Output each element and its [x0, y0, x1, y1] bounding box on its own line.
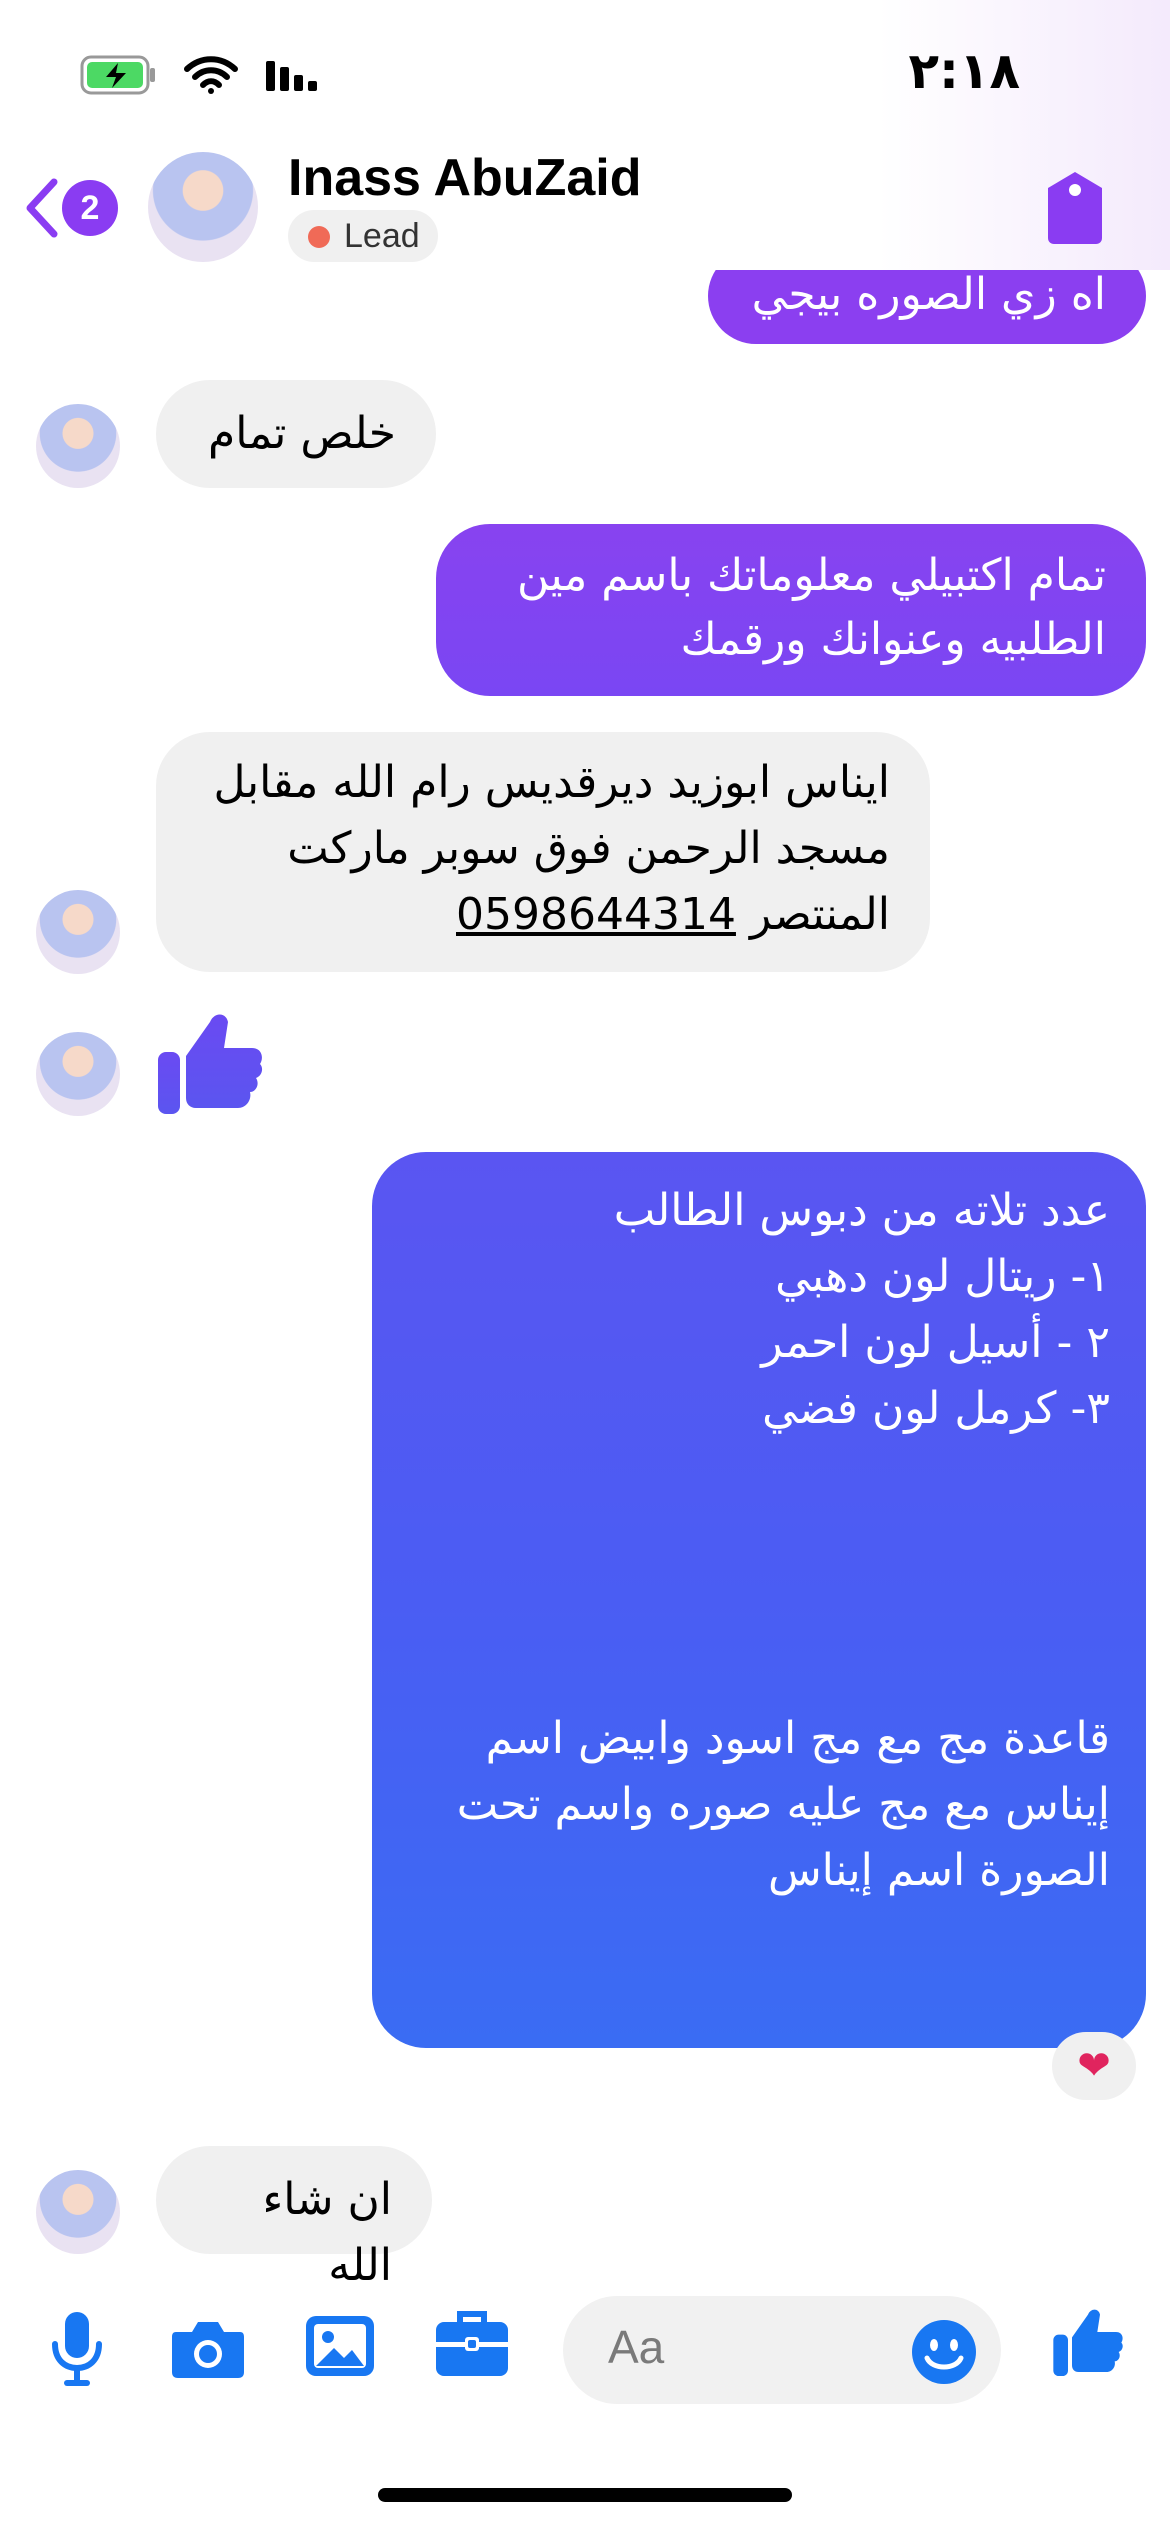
message-line: قاعدة مج مع مج اسود وابيض اسم [485, 1713, 1110, 1764]
contact-avatar[interactable] [36, 1032, 120, 1116]
message-line: الطلبيه وعنوانك ورقمك [680, 614, 1106, 665]
thumbs-up-icon[interactable] [1052, 2302, 1124, 2382]
unread-count-badge: 2 [62, 180, 118, 236]
camera-icon[interactable] [170, 2316, 246, 2384]
message-line: ٢ - أسيل لون احمر [761, 1317, 1110, 1368]
message-line: ١- ريتال لون دهبي [775, 1251, 1110, 1302]
contact-avatar[interactable] [36, 890, 120, 974]
home-indicator[interactable] [378, 2488, 792, 2502]
contact-name[interactable]: Inass AbuZaid [288, 148, 641, 208]
message-line: ايناس ابوزيد ديرقديس رام الله مقابل [213, 757, 890, 808]
tag-icon[interactable] [1040, 168, 1110, 248]
contact-avatar[interactable] [36, 2170, 120, 2254]
emoji-icon[interactable] [910, 2318, 978, 2390]
address-text: المنتصر [735, 889, 890, 940]
message-bubble-incoming[interactable]: ان شاء الله [156, 2146, 432, 2291]
message-text: ان شاء الله [262, 2174, 393, 2291]
phone-number-link[interactable]: 0598644314 [456, 889, 736, 940]
message-line: ٨٥ شامل التوصيل [781, 2043, 1110, 2094]
message-line: مسجد الرحمن فوق سوبر ماركت [287, 823, 890, 874]
status-icons [80, 52, 322, 102]
message-line: تمام اكتبيلي معلوماتك باسم مين [516, 550, 1106, 601]
chevron-left-icon [22, 176, 62, 244]
message-line: الصورة اسم إيناس [767, 1845, 1110, 1896]
message-bubble-incoming[interactable]: ايناس ابوزيد ديرقديس رام الله مقابل مسجد… [156, 732, 930, 972]
battery-icon [80, 55, 158, 99]
gallery-icon[interactable] [304, 2310, 376, 2386]
contact-avatar[interactable] [36, 404, 120, 488]
cellular-signal-icon [264, 57, 322, 97]
thumbs-up-icon [156, 1004, 264, 1116]
message-line: المنتصر 0598644314 [196, 882, 890, 948]
briefcase-icon[interactable] [434, 2308, 510, 2384]
status-time: ٢:١٨ [908, 42, 1020, 100]
wifi-icon [184, 55, 238, 99]
message-line: عدد تلاته من دبوس الطالب [613, 1185, 1110, 1236]
message-line: إيناس مع مج عليه صوره واسم تحت [456, 1779, 1110, 1830]
message-bubble-incoming[interactable]: خلص تمام [156, 380, 436, 488]
message-text: خلص تمام [208, 408, 396, 459]
lead-status-badge[interactable]: Lead [288, 210, 438, 262]
message-bubble-outgoing[interactable]: تمام اكتبيلي معلوماتك باسم مين الطلبيه و… [436, 524, 1146, 696]
message-bubble-outgoing[interactable]: عدد تلاته من دبوس الطالب ١- ريتال لون ده… [372, 1152, 1146, 2094]
microphone-icon[interactable] [48, 2310, 106, 2392]
header-avatar[interactable] [148, 152, 258, 262]
heart-reaction[interactable]: ❤ [1052, 2032, 1136, 2100]
lead-label: Lead [344, 217, 420, 255]
message-line: ٣- كرمل لون فضي [762, 1383, 1110, 1434]
heart-icon: ❤ [1077, 2043, 1111, 2089]
status-dot [308, 226, 330, 248]
message-input-placeholder: Aa [608, 2321, 665, 2373]
back-button[interactable]: 2 [22, 172, 132, 242]
top-bar: ٢:١٨ 2 Inass AbuZaid Lead [0, 0, 1170, 270]
message-text: اه زي الصوره بيجي [751, 269, 1106, 320]
